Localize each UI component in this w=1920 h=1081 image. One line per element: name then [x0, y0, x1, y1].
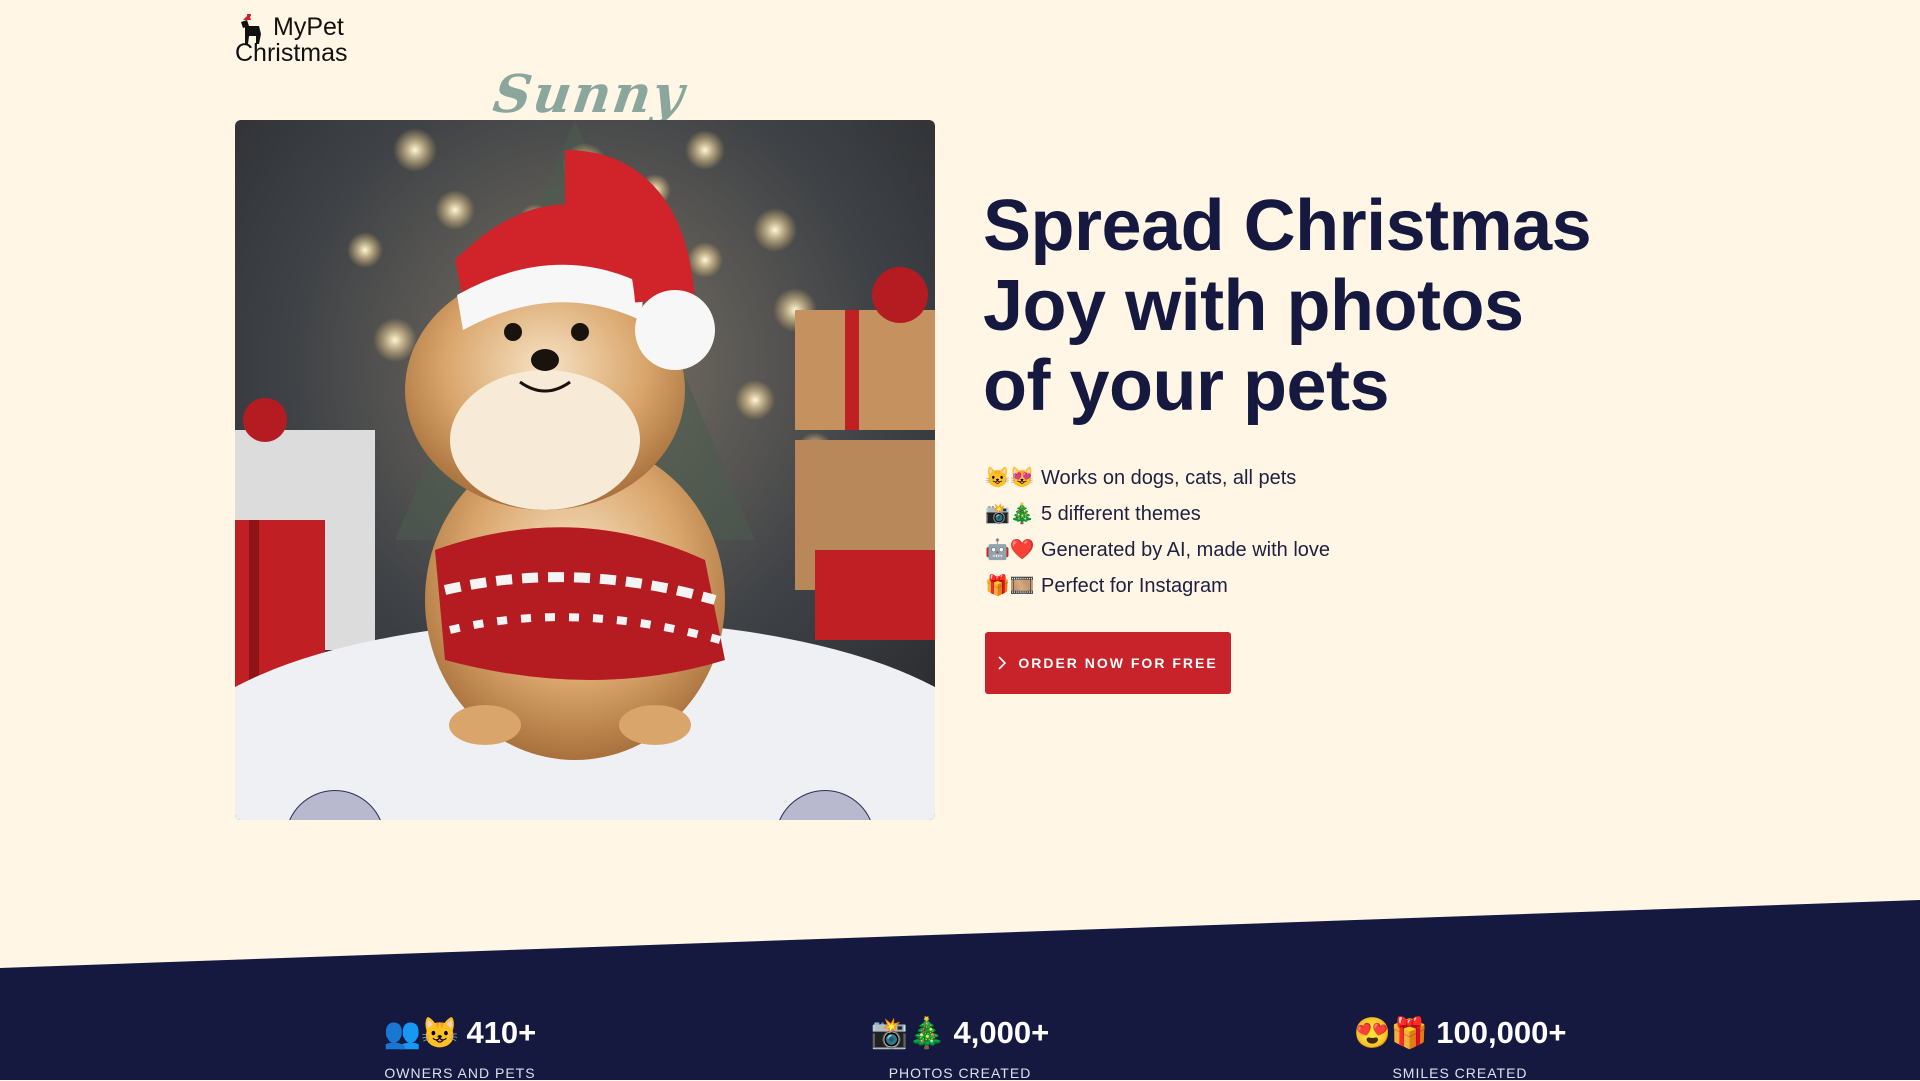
feature-item: 📸🎄 5 different themes	[985, 496, 1330, 532]
gift-film-emoji-icon: 🎁🎞️	[985, 575, 1035, 597]
heart-eyes-gift-emoji-icon: 😍🎁	[1353, 1017, 1429, 1050]
pets-emoji-icon: 😺😻	[985, 467, 1035, 489]
people-cat-emoji-icon: 👥😺	[383, 1017, 459, 1050]
feature-text: Works on dogs, cats, all pets	[1041, 467, 1297, 489]
logo-line2: Christmas	[235, 39, 348, 67]
stat-label: PHOTOS CREATED	[888, 1065, 1032, 1081]
robot-heart-emoji-icon: 🤖❤️	[985, 539, 1035, 561]
feature-item: 😺😻 Works on dogs, cats, all pets	[985, 460, 1330, 496]
stat-value: 100,000+	[1436, 1015, 1567, 1050]
pet-photo	[235, 120, 935, 820]
stat-label: OWNERS AND PETS	[384, 1065, 536, 1081]
camera-tree-emoji-icon: 📸🎄	[985, 503, 1035, 525]
stat-label: SMILES CREATED	[1392, 1065, 1528, 1081]
chevron-right-icon	[998, 656, 1007, 670]
feature-item: 🎁🎞️ Perfect for Instagram	[985, 568, 1330, 604]
stat-smiles: 😍🎁 100,000+ SMILES CREATED	[1300, 1015, 1620, 1081]
order-now-label: ORDER NOW FOR FREE	[1018, 655, 1218, 671]
stat-photos: 📸🎄 4,000+ PHOTOS CREATED	[800, 1015, 1120, 1081]
pet-name: Sunny	[489, 64, 690, 125]
feature-item: 🤖❤️ Generated by AI, made with love	[985, 532, 1330, 568]
stat-value: 410+	[466, 1015, 537, 1050]
order-now-button[interactable]: ORDER NOW FOR FREE	[985, 632, 1231, 694]
stat-value: 4,000+	[953, 1015, 1050, 1050]
logo-text: MyPet Christmas	[235, 14, 348, 66]
feature-text: 5 different themes	[1041, 503, 1201, 525]
pet-photo-carousel	[235, 120, 935, 820]
feature-text: Generated by AI, made with love	[1041, 539, 1331, 561]
camera-tree-emoji-icon: 📸🎄	[870, 1017, 946, 1050]
feature-list: 😺😻 Works on dogs, cats, all pets 📸🎄 5 di…	[985, 460, 1330, 604]
feature-text: Perfect for Instagram	[1041, 575, 1228, 597]
logo-line1: MyPet	[273, 13, 344, 41]
stat-owners: 👥😺 410+ OWNERS AND PETS	[300, 1015, 620, 1081]
hero-headline: Spread Christmas Joy with photos of your…	[983, 186, 1592, 426]
logo[interactable]: MyPet Christmas	[235, 10, 355, 70]
